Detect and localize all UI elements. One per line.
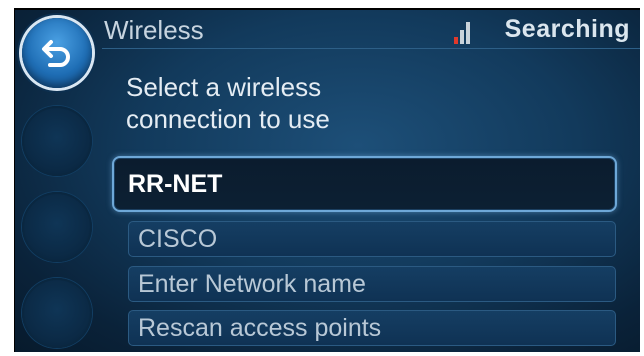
wireless-screen: Wireless Searching Select a wireless con… [14, 8, 640, 352]
network-item-cisco[interactable]: CISCO [128, 221, 616, 257]
instruction-line-2: connection to use [126, 104, 330, 134]
rescan-access-points-button[interactable]: Rescan access points [128, 310, 616, 346]
back-button[interactable] [22, 18, 92, 88]
side-button-3[interactable] [22, 192, 92, 262]
signal-strength-icon [454, 22, 472, 44]
network-item-rr-net[interactable]: RR-NET [112, 156, 617, 212]
instruction-text: Select a wireless connection to use [126, 71, 330, 135]
side-button-2[interactable] [22, 106, 92, 176]
page-title: Wireless [104, 15, 204, 45]
header-bar: Wireless Searching [102, 8, 640, 49]
instruction-line-1: Select a wireless [126, 72, 322, 102]
back-arrow-icon [42, 40, 70, 67]
enter-network-name-button[interactable]: Enter Network name [128, 266, 616, 302]
connection-status: Searching [504, 15, 630, 43]
side-button-4[interactable] [22, 278, 92, 348]
